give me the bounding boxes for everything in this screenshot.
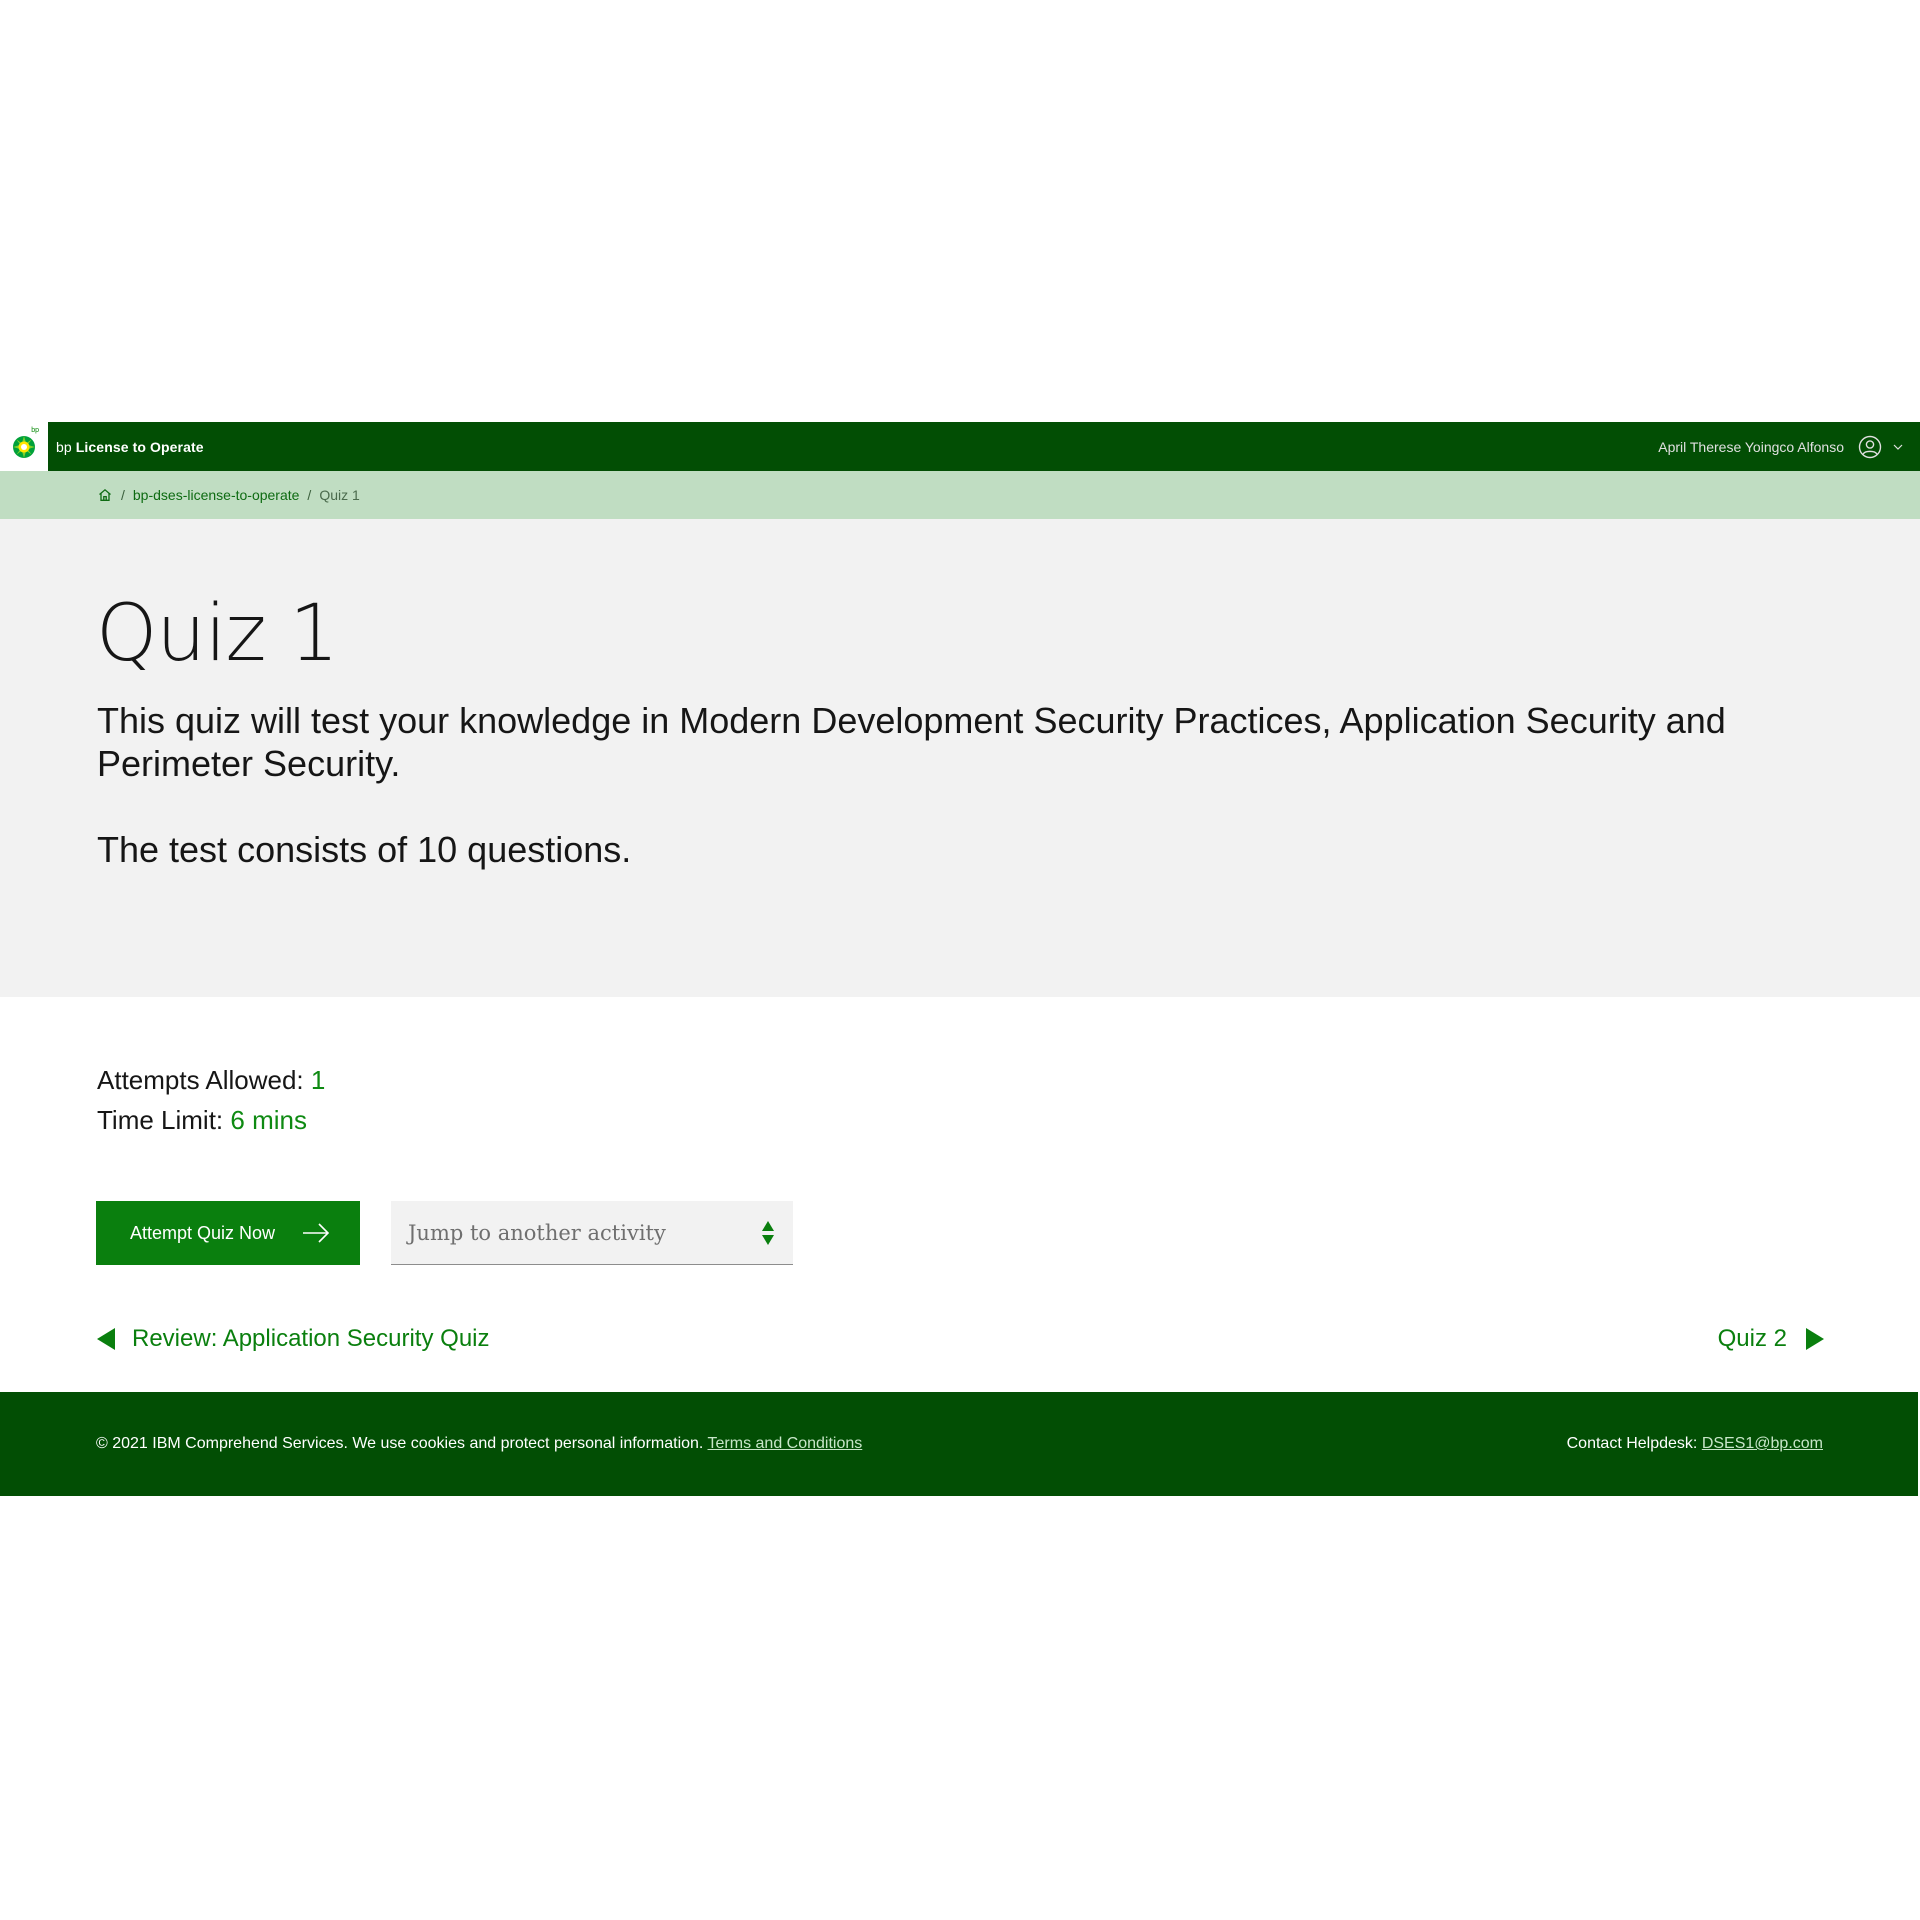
bp-logo[interactable]: bp [0,422,48,471]
caret-right-icon [1806,1328,1824,1350]
chevron-down-icon[interactable] [1892,441,1904,453]
page-footer: © 2021 IBM Comprehend Services. We use c… [0,1392,1918,1496]
app-title[interactable]: bp License to Operate [56,439,204,455]
helpdesk-label: Contact Helpdesk: [1566,1435,1698,1452]
app-name: License to Operate [75,438,204,455]
quiz-hero: Quiz 1 This quiz will test your knowledg… [0,519,1920,997]
page-title: Quiz 1 [96,589,339,679]
question-count: The test consists of 10 questions. [97,829,632,870]
breadcrumb-separator: / [307,487,312,503]
breadcrumb-course-link[interactable]: bp-dses-license-to-operate [133,487,300,503]
attempt-quiz-button[interactable]: Attempt Quiz Now [96,1201,360,1265]
breadcrumb-separator: / [121,487,125,503]
top-navbar: bp bp License to Operate April Therese Y… [0,422,1920,471]
jump-to-activity-select[interactable]: Jump to another activity [391,1201,793,1265]
attempts-value: 1 [310,1065,326,1095]
previous-activity-label: Review: Application Security Quiz [132,1325,490,1352]
attempt-quiz-label: Attempt Quiz Now [130,1222,276,1243]
quiz-info: Attempts Allowed: 1 Time Limit: 6 mins [97,1060,325,1140]
quiz-description: This quiz will test your knowledge in Mo… [97,700,1726,784]
footer-copyright: © 2021 IBM Comprehend Services. We use c… [96,1435,862,1453]
time-limit-row: Time Limit: 6 mins [97,1100,325,1140]
breadcrumb: / bp-dses-license-to-operate / Quiz 1 [0,471,1920,519]
user-avatar-icon[interactable] [1858,435,1882,459]
next-activity-label: Quiz 2 [1717,1325,1787,1352]
attempts-label: Attempts Allowed: [97,1065,304,1095]
caret-left-icon [97,1328,115,1350]
previous-activity-link[interactable]: Review: Application Security Quiz [96,1325,490,1353]
terms-link[interactable]: Terms and Conditions [708,1435,863,1452]
user-menu[interactable]: April Therese Yoingco Alfonso [1658,435,1904,459]
breadcrumb-current: Quiz 1 [319,487,360,503]
time-limit-label: Time Limit: [97,1105,224,1135]
copyright-text: © 2021 IBM Comprehend Services. We use c… [96,1435,704,1452]
attempts-row: Attempts Allowed: 1 [97,1060,325,1100]
user-name: April Therese Yoingco Alfonso [1658,438,1844,455]
arrow-right-icon [303,1223,330,1243]
next-activity-link[interactable]: Quiz 2 [1718,1325,1825,1353]
footer-helpdesk: Contact Helpdesk: DSES1@bp.com [1567,1435,1823,1453]
logo-text: bp [31,427,39,434]
sort-updown-icon [762,1221,774,1245]
brand-name: bp [56,438,72,455]
time-limit-value: 6 mins [230,1105,307,1135]
home-icon[interactable] [97,487,113,503]
jump-select-placeholder: Jump to another activity [408,1220,666,1245]
helios-logo-icon [13,435,35,458]
helpdesk-email-link[interactable]: DSES1@bp.com [1702,1435,1823,1452]
